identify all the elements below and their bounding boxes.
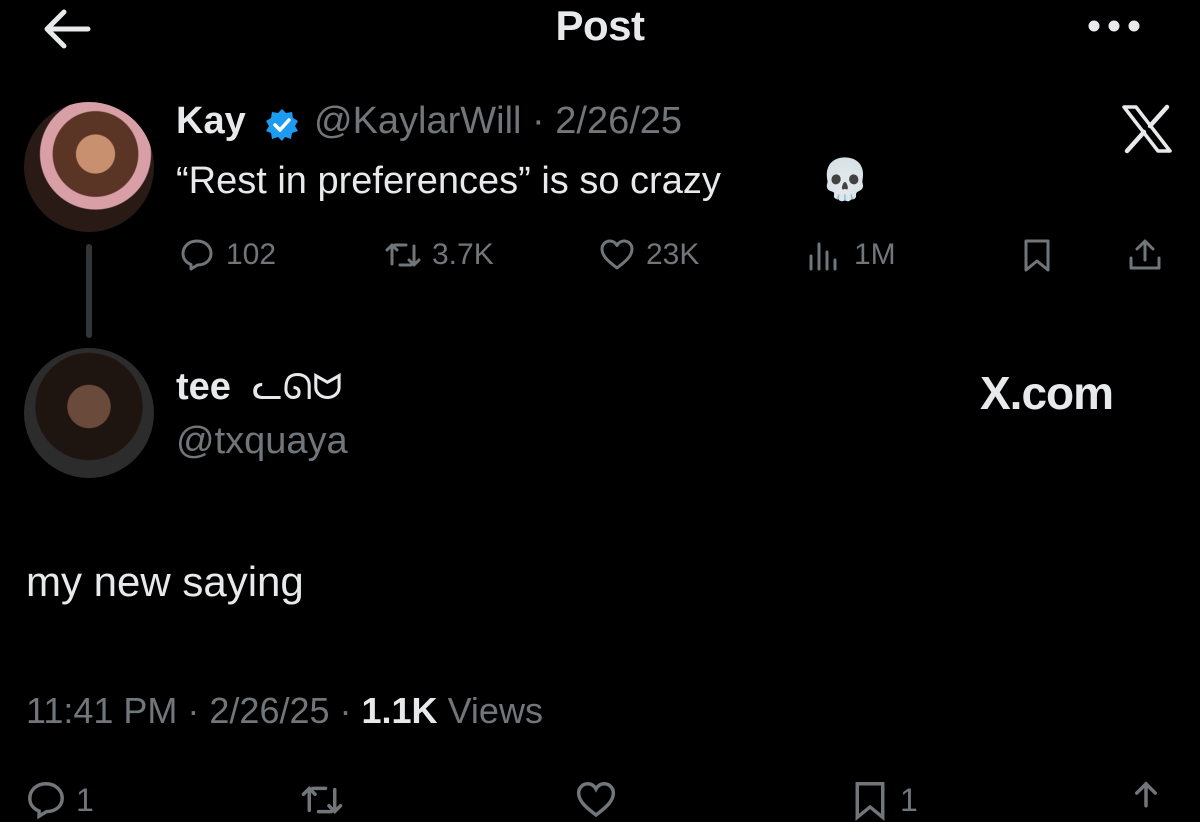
- thread-connector-line: [86, 244, 92, 338]
- bottom-reply-count: 1: [76, 781, 94, 818]
- bottom-share-action[interactable]: [1124, 778, 1168, 822]
- views-action[interactable]: 1M: [806, 236, 896, 274]
- skull-emoji: 💀: [820, 158, 870, 202]
- post-views-count: 1.1K: [361, 690, 438, 731]
- analytics-bars-icon: [809, 242, 837, 271]
- post-meta: 11:41 PM · 2/26/25 · 1.1K Views: [26, 690, 543, 732]
- x-com-watermark: X.com: [980, 367, 1114, 419]
- bottom-bookmark-count: 1: [900, 781, 918, 818]
- post-views-label: Views: [437, 690, 543, 731]
- repost-icon: [301, 785, 343, 815]
- reply-author-name[interactable]: tee: [176, 366, 231, 409]
- bookmark-action[interactable]: [1018, 236, 1056, 274]
- reply-count: 102: [226, 238, 277, 271]
- heart-icon: [576, 782, 616, 818]
- reply-text: my new saying: [26, 558, 304, 605]
- more-dots-icon[interactable]: [1086, 12, 1142, 40]
- like-count: 23K: [646, 238, 700, 271]
- bottom-reply-action[interactable]: 1: [24, 778, 94, 822]
- author-name[interactable]: Kay: [176, 100, 246, 143]
- like-action[interactable]: 23K: [598, 236, 699, 274]
- x-logo-icon: [1120, 104, 1174, 154]
- repost-icon: [385, 243, 421, 267]
- repost-count: 3.7K: [432, 238, 494, 271]
- avatar-tee[interactable]: [24, 348, 154, 478]
- views-count: 1M: [854, 238, 896, 271]
- repost-action[interactable]: 3.7K: [384, 236, 494, 274]
- share-action[interactable]: [1126, 236, 1164, 274]
- reply-action[interactable]: 102: [178, 236, 276, 274]
- share-icon: [1135, 781, 1157, 808]
- share-icon: [1129, 239, 1161, 270]
- bottom-like-action[interactable]: [574, 778, 618, 822]
- bookmark-icon: [1024, 239, 1050, 272]
- verified-badge-icon: [264, 107, 300, 143]
- reply-icon: [181, 239, 213, 271]
- reply-author-handle[interactable]: @txquaya: [176, 420, 348, 463]
- bookmark-icon: [855, 782, 885, 822]
- post-timestamp[interactable]: 11:41 PM · 2/26/25 ·: [26, 690, 362, 731]
- avatar-kay[interactable]: [24, 102, 154, 232]
- name-decoration: ᓚᘏᗢ: [252, 366, 343, 407]
- reply-icon: [28, 782, 64, 820]
- bottom-repost-action[interactable]: [300, 778, 344, 822]
- post-text: “Rest in preferences” is so crazy: [176, 160, 721, 202]
- bottom-bookmark-action[interactable]: 1: [848, 778, 918, 822]
- author-handle-date[interactable]: @KaylarWill · 2/26/25: [314, 100, 682, 143]
- heart-icon: [600, 239, 634, 270]
- page-title: Post: [555, 2, 645, 49]
